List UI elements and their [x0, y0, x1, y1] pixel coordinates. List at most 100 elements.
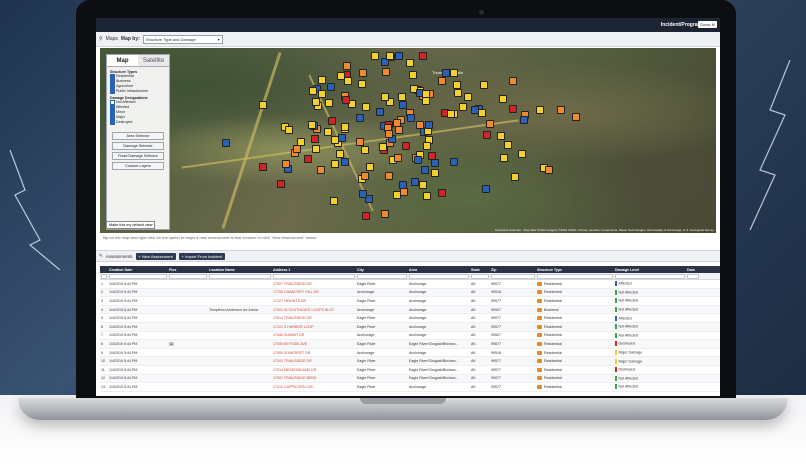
new-assessment-button[interactable]: + New Assessment	[135, 252, 176, 260]
map-marker[interactable]	[317, 75, 326, 84]
map-marker[interactable]	[384, 129, 393, 138]
filter-input[interactable]	[209, 273, 271, 279]
address-link[interactable]: 17101 S HARBOR LOOP	[272, 325, 356, 329]
map-by-select[interactable]: Structure Type and Damage ▾	[142, 34, 223, 44]
table-row[interactable]: 8 1/4/2019 5:44 PM 🖼 17000 KEYSIDE AVE Eagle…	[100, 340, 720, 349]
map-marker[interactable]	[342, 96, 351, 105]
table-row[interactable]: 9 1/4/2019 5:44 PM 17000 SOMERSET DR Anchor…	[100, 349, 720, 358]
map-marker[interactable]	[418, 52, 427, 60]
table-row[interactable]: 7 1/4/2019 5:44 PM 17440 SUMMIT DR Anchorag…	[100, 332, 720, 341]
map-marker[interactable]	[337, 71, 346, 80]
map-marker[interactable]	[258, 163, 267, 172]
damage-selector-button[interactable]: Damage Selector	[112, 142, 164, 150]
map-marker[interactable]	[308, 87, 317, 96]
guest-button[interactable]: Guest M	[697, 21, 717, 28]
custom-layers-button[interactable]: Custom Layers	[112, 162, 164, 170]
map-marker[interactable]	[394, 153, 403, 162]
map-marker[interactable]	[395, 52, 404, 60]
map-marker[interactable]	[355, 138, 364, 146]
map-marker[interactable]	[557, 106, 566, 115]
column-header[interactable]: City	[356, 268, 408, 272]
map-marker[interactable]	[276, 179, 285, 188]
map-marker[interactable]	[324, 127, 333, 136]
table-row[interactable]: 10 1/4/2019 5:44 PM 17101 TRAILRIDGE DR Eag…	[100, 357, 720, 366]
map-marker[interactable]	[381, 93, 390, 102]
table-row[interactable]: 1 1/4/2019 5:44 PM 17527 TRAILRIDGE DR Eagl…	[100, 280, 720, 289]
map-marker[interactable]	[422, 191, 431, 200]
address-link[interactable]: 17101 TRAILRIDGE DR	[272, 359, 356, 363]
map-marker[interactable]	[535, 105, 544, 114]
map-marker[interactable]	[365, 162, 374, 171]
map-marker[interactable]	[477, 108, 486, 117]
map-marker[interactable]	[360, 171, 369, 180]
map-marker[interactable]	[571, 112, 580, 121]
import-from-incident-button[interactable]: + Import From Incident	[178, 252, 226, 260]
filter-input[interactable]	[357, 273, 407, 279]
map-marker[interactable]	[479, 80, 488, 89]
map-marker[interactable]	[413, 156, 422, 165]
map-marker[interactable]	[222, 139, 231, 148]
address-link[interactable]: 17527 TRAILRIDGE DR	[272, 282, 356, 286]
filter-input[interactable]	[273, 273, 355, 279]
map-marker[interactable]	[401, 141, 410, 150]
column-header[interactable]: Address 1	[272, 268, 356, 272]
address-link[interactable]: 17127 HEIGHTS DR	[272, 299, 356, 303]
filter-input[interactable]	[471, 273, 489, 279]
map-marker[interactable]	[362, 103, 371, 112]
address-link[interactable]: 17001 W SOUTHGATE LOOPS BLVD	[272, 308, 356, 312]
filter-input[interactable]	[615, 273, 685, 279]
map-marker[interactable]	[406, 58, 414, 67]
map-marker[interactable]	[496, 131, 505, 140]
filter-input[interactable]	[169, 273, 207, 279]
map-marker[interactable]	[340, 122, 349, 131]
map-marker[interactable]	[326, 82, 335, 91]
area-selector-button[interactable]: Area Selector	[112, 132, 164, 140]
map-marker[interactable]	[442, 68, 451, 77]
address-link[interactable]: 17614 TRAILRIDGE DR	[272, 316, 356, 320]
map-marker[interactable]	[297, 138, 306, 147]
map-marker[interactable]	[424, 120, 433, 129]
map-marker[interactable]	[308, 120, 317, 129]
map-marker[interactable]	[327, 117, 336, 126]
table-row[interactable]: 13 1/4/2019 5:44 PM 17212 CAPRICORN CIR Eag…	[100, 383, 720, 392]
filter-input[interactable]	[109, 273, 167, 279]
map-marker[interactable]	[458, 103, 467, 112]
address-link[interactable]: 17440 SUMMIT DR	[272, 333, 356, 337]
map-marker[interactable]	[394, 126, 403, 135]
default-view-button[interactable]: Make this my default view	[106, 221, 156, 229]
map-marker[interactable]	[312, 98, 321, 107]
map-marker[interactable]	[450, 69, 459, 78]
map-marker[interactable]	[450, 158, 459, 167]
column-header[interactable]: Damage Level	[614, 268, 686, 272]
map-marker[interactable]	[376, 107, 385, 116]
column-header[interactable]: Dam	[686, 268, 700, 272]
map-marker[interactable]	[519, 115, 528, 124]
table-row[interactable]: 6 1/4/2019 5:44 PM 17101 S HARBOR LOOP Eagl…	[100, 322, 720, 332]
map-marker[interactable]	[360, 146, 369, 155]
map-marker[interactable]	[437, 189, 446, 198]
map-marker[interactable]	[316, 165, 325, 174]
tab-map[interactable]: Map	[107, 55, 138, 66]
column-header[interactable]: Area	[408, 268, 470, 272]
map-marker[interactable]	[422, 142, 431, 151]
map-marker[interactable]	[331, 159, 340, 168]
column-header[interactable]: Location Name	[208, 268, 272, 272]
table-row[interactable]: 11 1/4/2019 5:44 PM 17014 MEADOWLAND DR Eag…	[100, 366, 720, 375]
map-marker[interactable]	[358, 79, 367, 88]
address-link[interactable]: 17000 KEYSIDE AVE	[272, 342, 356, 346]
road-damage-selector-button[interactable]: Road Damage Selector	[112, 152, 164, 160]
map-marker[interactable]	[482, 130, 491, 139]
map-marker[interactable]	[511, 173, 520, 181]
map-marker[interactable]	[508, 105, 517, 114]
address-link[interactable]: 17755 CHANCERY HILL DR	[272, 290, 356, 294]
map-marker[interactable]	[470, 106, 479, 115]
map-marker[interactable]	[293, 144, 302, 153]
map-marker[interactable]	[284, 125, 293, 134]
address-link[interactable]: 17212 CAPRICORN CIR	[272, 385, 356, 389]
column-header[interactable]: State	[470, 268, 490, 272]
map-marker[interactable]	[392, 191, 401, 200]
table-row[interactable]: 2 1/4/2019 5:44 PM 17755 CHANCERY HILL DR A…	[100, 288, 720, 298]
map-marker[interactable]	[385, 172, 394, 181]
map-marker[interactable]	[343, 76, 352, 85]
map-marker[interactable]	[431, 169, 440, 178]
